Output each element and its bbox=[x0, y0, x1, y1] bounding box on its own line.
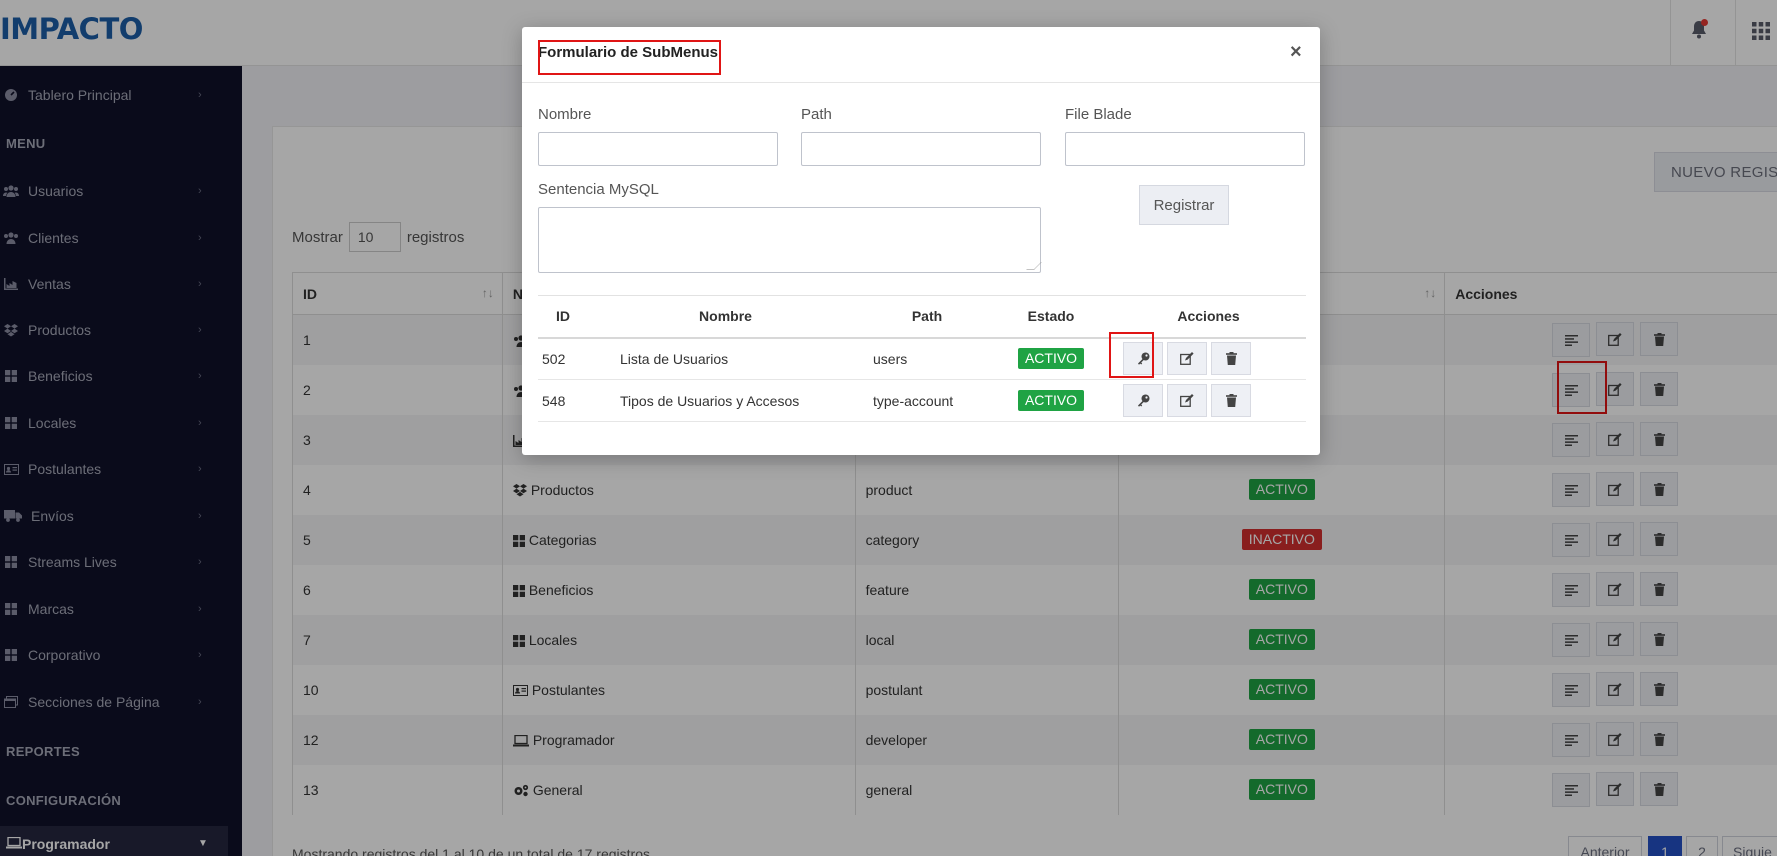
cell-path: type-account bbox=[863, 379, 991, 422]
trash-icon bbox=[1225, 394, 1237, 407]
highlight-box bbox=[1109, 332, 1154, 378]
status-badge: ACTIVO bbox=[1017, 390, 1085, 411]
column-header-estado: Estado bbox=[991, 295, 1111, 339]
delete-button[interactable] bbox=[1211, 342, 1251, 376]
path-label: Path bbox=[801, 106, 832, 123]
cell-nombre: Tipos de Usuarios y Accesos bbox=[588, 379, 863, 422]
register-button[interactable]: Registrar bbox=[1139, 185, 1229, 225]
column-header-path: Path bbox=[863, 295, 991, 339]
file-blade-input[interactable] bbox=[1065, 132, 1305, 166]
key-icon bbox=[1137, 394, 1150, 407]
nombre-input[interactable] bbox=[538, 132, 778, 166]
permissions-button[interactable] bbox=[1123, 384, 1163, 417]
submenus-table: ID Nombre Path Estado Acciones 502 Lista … bbox=[538, 295, 1306, 422]
edit-icon bbox=[1180, 352, 1194, 366]
trash-icon bbox=[1225, 352, 1237, 366]
column-header-id: ID bbox=[538, 295, 588, 339]
cell-path: users bbox=[863, 337, 991, 380]
file-blade-label: File Blade bbox=[1065, 106, 1132, 123]
submenu-form-modal: Formulario de SubMenus × Nombre Path Fil… bbox=[522, 27, 1320, 455]
cell-estado: ACTIVO bbox=[991, 379, 1111, 422]
column-header-nombre: Nombre bbox=[588, 295, 863, 339]
edit-icon bbox=[1180, 394, 1194, 407]
cell-id: 548 bbox=[538, 379, 588, 422]
cell-nombre: Lista de Usuarios bbox=[588, 337, 863, 380]
table-row: 502 Lista de Usuarios users ACTIVO bbox=[538, 337, 1306, 380]
highlight-box bbox=[538, 40, 721, 75]
modal-header: Formulario de SubMenus × bbox=[522, 27, 1320, 83]
nombre-label: Nombre bbox=[538, 106, 592, 123]
edit-button[interactable] bbox=[1167, 342, 1207, 376]
table-row: 548 Tipos de Usuarios y Accesos type-accou… bbox=[538, 379, 1306, 422]
sentencia-mysql-textarea[interactable] bbox=[538, 207, 1042, 273]
sentencia-mysql-label: Sentencia MySQL bbox=[538, 181, 659, 198]
status-badge: ACTIVO bbox=[1017, 348, 1085, 370]
edit-button[interactable] bbox=[1167, 384, 1207, 417]
cell-acciones bbox=[1111, 379, 1306, 422]
delete-button[interactable] bbox=[1211, 384, 1251, 417]
cell-estado: ACTIVO bbox=[991, 337, 1111, 380]
cell-id: 502 bbox=[538, 337, 588, 380]
path-input[interactable] bbox=[801, 132, 1041, 166]
resize-handle-icon[interactable] bbox=[1026, 262, 1042, 270]
close-icon[interactable]: × bbox=[1290, 41, 1302, 64]
